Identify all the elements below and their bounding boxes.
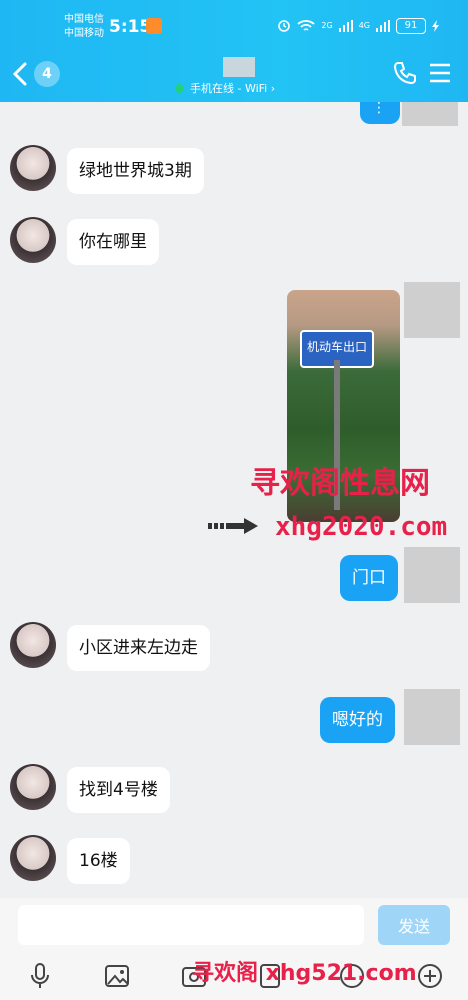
chevron-left-icon bbox=[12, 62, 27, 86]
message-bubble-incoming[interactable]: 绿地世界城3期 bbox=[67, 148, 204, 194]
online-dot-icon bbox=[175, 83, 184, 93]
message-bubble-outgoing[interactable]: 门口 bbox=[340, 555, 398, 601]
watermark-url: xhg2020.com bbox=[275, 512, 448, 542]
self-avatar[interactable] bbox=[402, 102, 458, 126]
microphone-icon[interactable] bbox=[26, 962, 54, 990]
message-bubble-incoming[interactable]: 你在哪里 bbox=[67, 219, 159, 265]
contact-avatar[interactable] bbox=[10, 145, 56, 191]
phone-call-icon[interactable] bbox=[392, 60, 418, 86]
carrier-label-2: 中国移动 bbox=[64, 28, 104, 39]
status-icons: 2G 4G 91 bbox=[277, 18, 440, 34]
battery-indicator: 91 bbox=[396, 18, 426, 34]
network-2g-label: 2G bbox=[321, 21, 333, 30]
unread-badge: 4 bbox=[34, 61, 60, 87]
ellipsis-icon: ⋮ bbox=[372, 100, 386, 116]
self-avatar[interactable] bbox=[404, 282, 460, 338]
watermark-bottom: 寻欢阁 xhg521.com bbox=[192, 961, 417, 986]
wifi-icon bbox=[297, 20, 316, 31]
watermark-text: 寻欢阁性息网 bbox=[250, 466, 430, 501]
arrow-right-icon bbox=[208, 518, 258, 534]
alarm-icon bbox=[278, 20, 291, 32]
contact-name-redacted bbox=[223, 57, 255, 77]
plus-icon[interactable] bbox=[416, 962, 444, 990]
network-4g-label: 4G bbox=[358, 21, 370, 30]
status-time: 5:15 bbox=[109, 17, 152, 37]
message-bubble-incoming[interactable]: 16楼 bbox=[67, 838, 130, 884]
menu-icon[interactable] bbox=[428, 62, 452, 84]
message-bubble-outgoing[interactable]: 嗯好的 bbox=[320, 697, 395, 743]
contact-avatar[interactable] bbox=[10, 622, 56, 668]
signal-icon bbox=[338, 20, 353, 32]
image-icon[interactable] bbox=[103, 962, 131, 990]
message-bubble-previous[interactable]: ⋮ bbox=[360, 100, 400, 124]
send-button[interactable]: 发送 bbox=[378, 905, 450, 945]
message-bubble-incoming[interactable]: 小区进来左边走 bbox=[67, 625, 210, 671]
back-button[interactable]: 4 bbox=[10, 58, 66, 90]
online-status-label: 手机在线 - WiFi › bbox=[190, 82, 276, 95]
contact-avatar[interactable] bbox=[10, 835, 56, 881]
contact-avatar[interactable] bbox=[10, 217, 56, 263]
charging-icon bbox=[432, 20, 439, 32]
app-notification-icon bbox=[146, 18, 162, 34]
message-input[interactable] bbox=[18, 905, 364, 945]
self-avatar[interactable] bbox=[404, 547, 460, 603]
online-status[interactable]: 手机在线 - WiFi › bbox=[175, 80, 275, 96]
contact-avatar[interactable] bbox=[10, 764, 56, 810]
carrier-label-1: 中国电信 bbox=[64, 14, 104, 25]
message-bubble-incoming[interactable]: 找到4号楼 bbox=[67, 767, 170, 813]
self-avatar[interactable] bbox=[404, 689, 460, 745]
signal-icon-2 bbox=[376, 20, 390, 32]
